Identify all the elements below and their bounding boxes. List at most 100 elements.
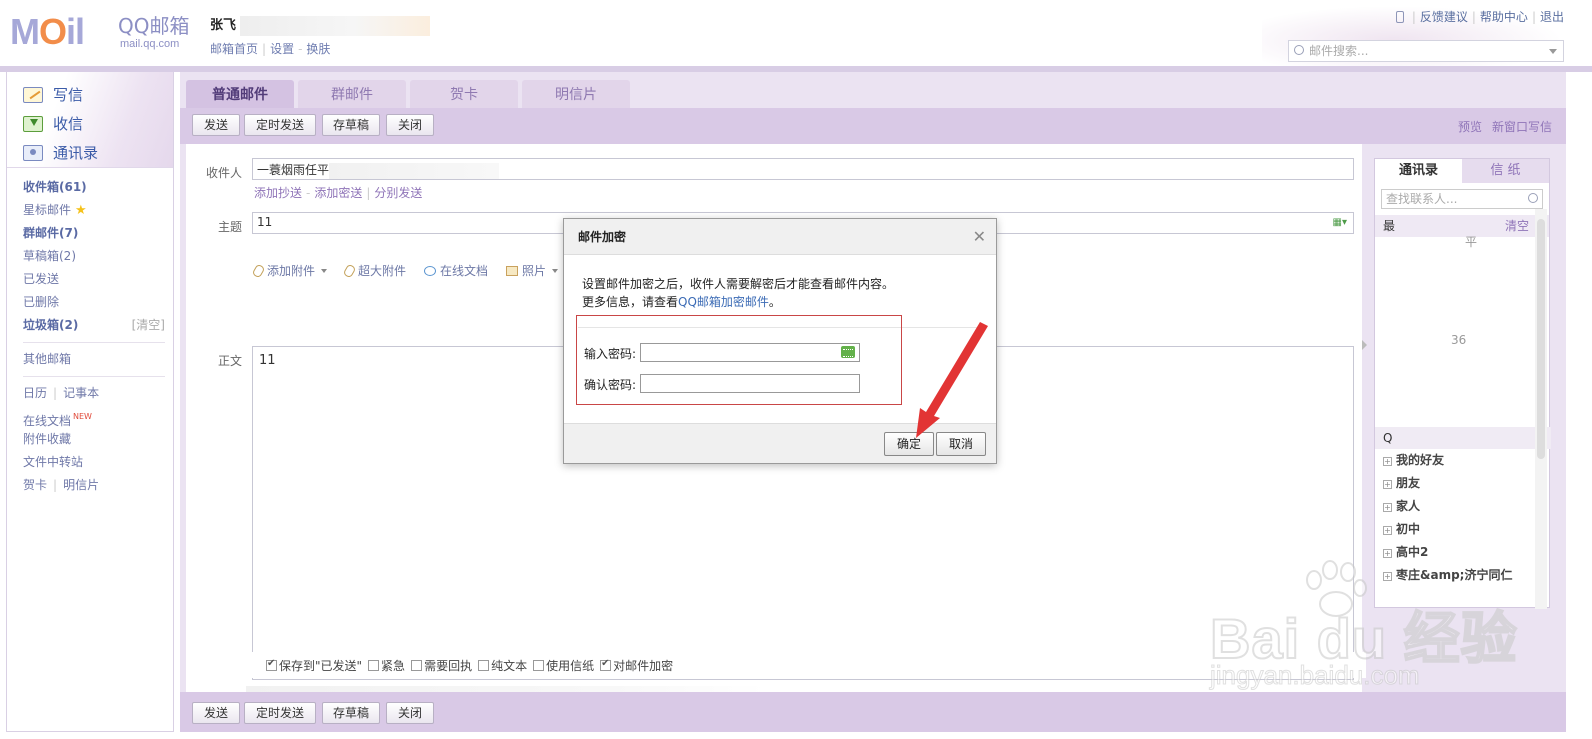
scroll-thumb[interactable] xyxy=(1537,219,1545,459)
checkbox[interactable] xyxy=(533,659,545,671)
tab-group-mail[interactable]: 群邮件 xyxy=(298,80,406,108)
chevron-down-icon[interactable] xyxy=(1549,49,1557,54)
expand-icon[interactable]: + xyxy=(1383,503,1392,512)
folder-drafts[interactable]: 草稿箱(2) xyxy=(23,245,173,268)
folder-inbox[interactable]: 收件箱(61) xyxy=(23,176,173,199)
receive-button[interactable]: 收信 xyxy=(7,109,173,138)
postcard-link[interactable]: 明信片 xyxy=(63,478,99,492)
expand-icon[interactable]: + xyxy=(1383,457,1392,466)
to-field[interactable]: 一蓑烟雨任平 xyxy=(252,158,1354,180)
checkbox[interactable] xyxy=(478,659,490,671)
compose-button[interactable]: 写信 xyxy=(7,80,173,109)
schedule-send-button[interactable]: 定时发送 xyxy=(244,702,316,724)
help-link[interactable]: 帮助中心 xyxy=(1480,10,1528,24)
password-label: 输入密码: xyxy=(584,347,637,361)
add-attachment-button[interactable]: 添加附件 xyxy=(251,262,328,279)
folder-deleted[interactable]: 已删除 xyxy=(23,291,173,314)
send-button[interactable]: 发送 xyxy=(192,702,240,724)
contact-fragment[interactable]: 平 xyxy=(1465,233,1477,250)
qq-mail-logo[interactable]: MOil QQ邮箱 mail.qq.com xyxy=(10,12,190,54)
qq-friends-header: Q xyxy=(1375,427,1551,449)
skin-link[interactable]: 换肤 xyxy=(306,42,330,56)
preview-link[interactable]: 预览 xyxy=(1458,120,1482,134)
expand-icon[interactable]: + xyxy=(1383,480,1392,489)
photo-button[interactable]: 照片 xyxy=(506,262,559,279)
close-button[interactable]: 关闭 xyxy=(386,114,434,136)
checkbox[interactable] xyxy=(600,658,612,671)
add-cc-link[interactable]: 添加抄送 xyxy=(254,186,302,200)
add-bcc-link[interactable]: 添加密送 xyxy=(314,186,362,200)
option-plain-text[interactable]: 纯文本 xyxy=(478,657,527,674)
separate-send-link[interactable]: 分别发送 xyxy=(374,186,422,200)
feedback-link[interactable]: 反馈建议 xyxy=(1420,10,1468,24)
group-item[interactable]: + 家人 xyxy=(1375,495,1533,518)
greeting-card-link[interactable]: 贺卡 xyxy=(23,478,47,492)
expand-icon[interactable]: + xyxy=(1383,549,1392,558)
logout-link[interactable]: 退出 xyxy=(1540,10,1564,24)
close-icon[interactable]: ✕ xyxy=(973,219,986,255)
calendar-notebook-row: 日历 | 记事本 xyxy=(23,386,100,400)
option-urgent[interactable]: 紧急 xyxy=(368,657,405,674)
calendar-link[interactable]: 日历 xyxy=(23,386,47,400)
option-encrypt[interactable]: 对邮件加密 xyxy=(600,657,673,674)
contact-fragment[interactable]: 36 xyxy=(1451,333,1466,347)
folder-starred[interactable]: 星标邮件 ★ xyxy=(23,199,173,222)
dialog-header: 邮件加密 ✕ xyxy=(564,219,996,255)
option-receipt[interactable]: 需要回执 xyxy=(411,657,472,674)
group-label: 我的好友 xyxy=(1396,453,1445,467)
home-link[interactable]: 邮箱首页 xyxy=(210,42,258,56)
option-save-sent[interactable]: 保存到"已发送" xyxy=(266,657,362,674)
folder-spam-label: 垃圾箱(2) xyxy=(23,318,79,332)
attachments-link[interactable]: 附件收藏 xyxy=(23,428,173,451)
group-item[interactable]: + 我的好友 xyxy=(1375,449,1533,472)
chevron-down-icon[interactable] xyxy=(552,268,559,273)
notebook-link[interactable]: 记事本 xyxy=(63,386,99,400)
close-button[interactable]: 关闭 xyxy=(386,702,434,724)
tab-normal-mail[interactable]: 普通邮件 xyxy=(186,80,294,108)
contacts-button[interactable]: 通讯录 xyxy=(7,138,173,167)
recipient-chip[interactable]: 一蓑烟雨任平 xyxy=(257,163,329,177)
save-draft-button[interactable]: 存草稿 xyxy=(322,702,380,724)
schedule-send-button[interactable]: 定时发送 xyxy=(244,114,316,136)
clear-recent-link[interactable]: 清空 xyxy=(1505,215,1529,237)
top-header: MOil QQ邮箱 mail.qq.com 张飞 邮箱首页 | 设置 - 换肤 | 反馈建… xyxy=(0,0,1592,68)
encrypt-info-link[interactable]: QQ邮箱加密邮件 xyxy=(678,295,769,309)
checkbox[interactable] xyxy=(411,659,423,671)
virtual-keyboard-icon[interactable] xyxy=(841,346,855,358)
file-transfer-link[interactable]: 文件中转站 xyxy=(23,451,173,474)
save-draft-button[interactable]: 存草稿 xyxy=(322,114,380,136)
mail-search-input[interactable]: 邮件搜索... xyxy=(1288,40,1564,62)
folder-spam[interactable]: 垃圾箱(2) [清空] xyxy=(23,314,173,337)
tab-contacts[interactable]: 通讯录 xyxy=(1375,159,1462,183)
collapse-panel-icon[interactable] xyxy=(1362,340,1367,350)
big-attachment-button[interactable]: 超大附件 xyxy=(342,262,406,279)
send-button[interactable]: 发送 xyxy=(192,114,240,136)
tab-postcard[interactable]: 明信片 xyxy=(522,80,630,108)
folder-group[interactable]: 群邮件(7) xyxy=(23,222,173,245)
empty-spam-link[interactable]: [清空] xyxy=(132,314,165,337)
folder-sent[interactable]: 已发送 xyxy=(23,268,173,291)
expand-icon[interactable]: + xyxy=(1383,526,1392,535)
contacts-scrollbar[interactable] xyxy=(1535,209,1547,609)
phone-icon[interactable] xyxy=(1395,11,1404,23)
online-docs-link[interactable]: 在线文档 NEW xyxy=(23,405,173,428)
tab-stationery[interactable]: 信 纸 xyxy=(1462,159,1549,183)
contact-search-input[interactable]: 查找联系人... xyxy=(1381,189,1543,209)
confirm-password-input[interactable] xyxy=(640,374,860,393)
new-window-link[interactable]: 新窗口写信 xyxy=(1492,120,1552,134)
settings-link[interactable]: 设置 xyxy=(270,42,294,56)
option-stationery[interactable]: 使用信纸 xyxy=(533,657,594,674)
option-label: 紧急 xyxy=(381,658,406,673)
other-mailbox-link[interactable]: 其他邮箱 xyxy=(23,348,173,371)
password-input[interactable] xyxy=(640,343,860,362)
group-item[interactable]: + 初中 xyxy=(1375,518,1533,541)
online-doc-button[interactable]: 在线文档 xyxy=(424,262,488,279)
group-label: 初中 xyxy=(1396,522,1421,536)
chevron-down-icon[interactable] xyxy=(321,268,328,273)
format-grid-icon[interactable]: ▦▾ xyxy=(1333,217,1347,228)
tab-greeting-card[interactable]: 贺卡 xyxy=(410,80,518,108)
checkbox[interactable] xyxy=(368,659,380,671)
group-item[interactable]: + 朋友 xyxy=(1375,472,1533,495)
group-label: 朋友 xyxy=(1396,476,1421,490)
checkbox[interactable] xyxy=(266,658,277,671)
